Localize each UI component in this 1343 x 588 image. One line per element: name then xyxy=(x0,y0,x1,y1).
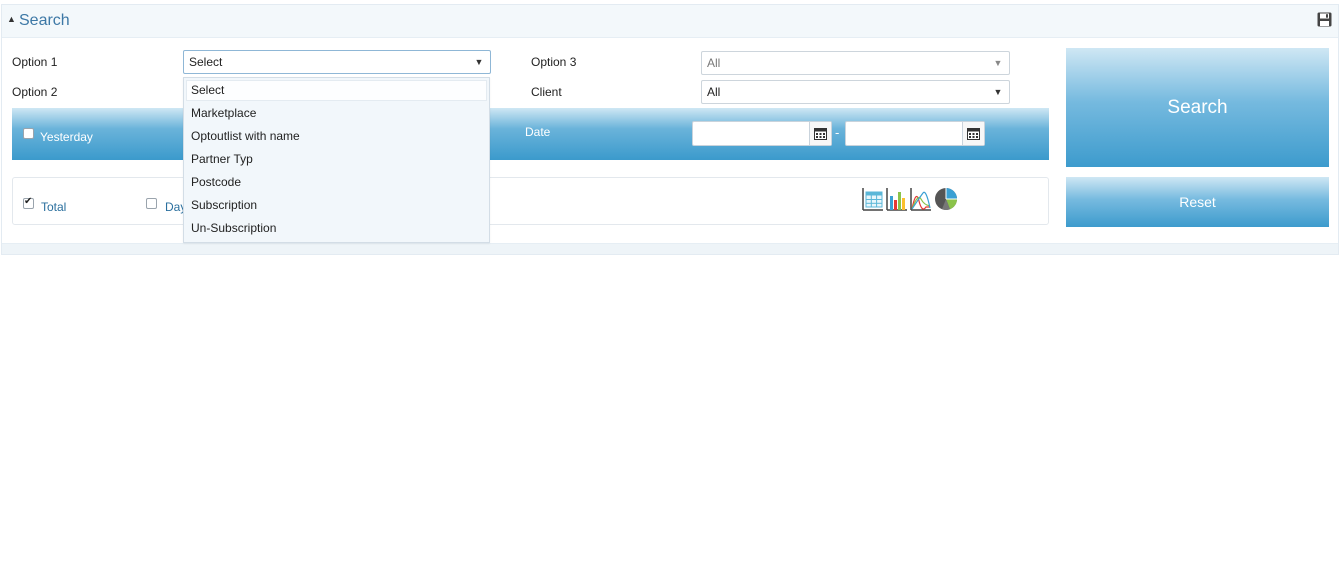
chevron-down-icon[interactable]: ▼ xyxy=(987,81,1009,103)
dropdown-item-select[interactable]: Select xyxy=(186,80,487,101)
yesterday-label[interactable]: Yesterday xyxy=(40,130,93,144)
calendar-icon[interactable] xyxy=(809,122,831,145)
total-label[interactable]: Total xyxy=(41,200,66,214)
collapse-triangle-icon[interactable]: ▲ xyxy=(7,14,16,24)
calendar-icon[interactable] xyxy=(962,122,984,145)
table-view-icon[interactable] xyxy=(862,187,886,212)
date-to-input[interactable] xyxy=(845,121,985,146)
dropdown-item-subscription[interactable]: Subscription xyxy=(186,195,487,216)
dropdown-item-postcode[interactable]: Postcode xyxy=(186,172,487,193)
client-value: All xyxy=(707,85,721,99)
panel-title: Search xyxy=(19,12,70,29)
client-select[interactable]: All ▼ xyxy=(701,80,1010,104)
panel-footer xyxy=(2,243,1338,254)
client-label: Client xyxy=(531,85,562,99)
option1-dropdown-list: Select Marketplace Optoutlist with name … xyxy=(183,77,490,243)
date-label: Date xyxy=(525,125,551,139)
pie-chart-icon[interactable] xyxy=(934,187,958,212)
option3-select[interactable]: All ▼ xyxy=(701,51,1010,75)
date-from-input[interactable] xyxy=(692,121,832,146)
reset-button[interactable]: Reset xyxy=(1066,177,1329,227)
save-icon[interactable] xyxy=(1317,12,1332,27)
date-range-separator: - xyxy=(835,125,840,140)
total-checkbox[interactable] xyxy=(23,196,34,209)
line-chart-icon[interactable] xyxy=(910,187,934,212)
option1-value: Select xyxy=(189,55,223,69)
option3-label: Option 3 xyxy=(531,55,577,69)
dropdown-item-optoutlist[interactable]: Optoutlist with name xyxy=(186,126,487,147)
bar-chart-icon[interactable] xyxy=(886,187,910,212)
chevron-down-icon[interactable]: ▼ xyxy=(468,51,490,73)
option1-label: Option 1 xyxy=(12,55,58,69)
option1-select[interactable]: Select ▼ xyxy=(183,50,491,74)
chevron-down-icon[interactable]: ▼ xyxy=(987,52,1009,74)
dropdown-item-partner-typ[interactable]: Partner Typ xyxy=(186,149,487,170)
dropdown-item-marketplace[interactable]: Marketplace xyxy=(186,103,487,124)
dropdown-item-un-subscription[interactable]: Un-Subscription xyxy=(186,218,487,239)
day-checkbox[interactable] xyxy=(146,198,157,209)
search-button[interactable]: Search xyxy=(1066,48,1329,167)
option3-value: All xyxy=(707,56,721,70)
option2-label: Option 2 xyxy=(12,85,58,99)
yesterday-checkbox[interactable] xyxy=(23,128,34,139)
panel-header[interactable]: ▲ Search xyxy=(2,5,1338,38)
